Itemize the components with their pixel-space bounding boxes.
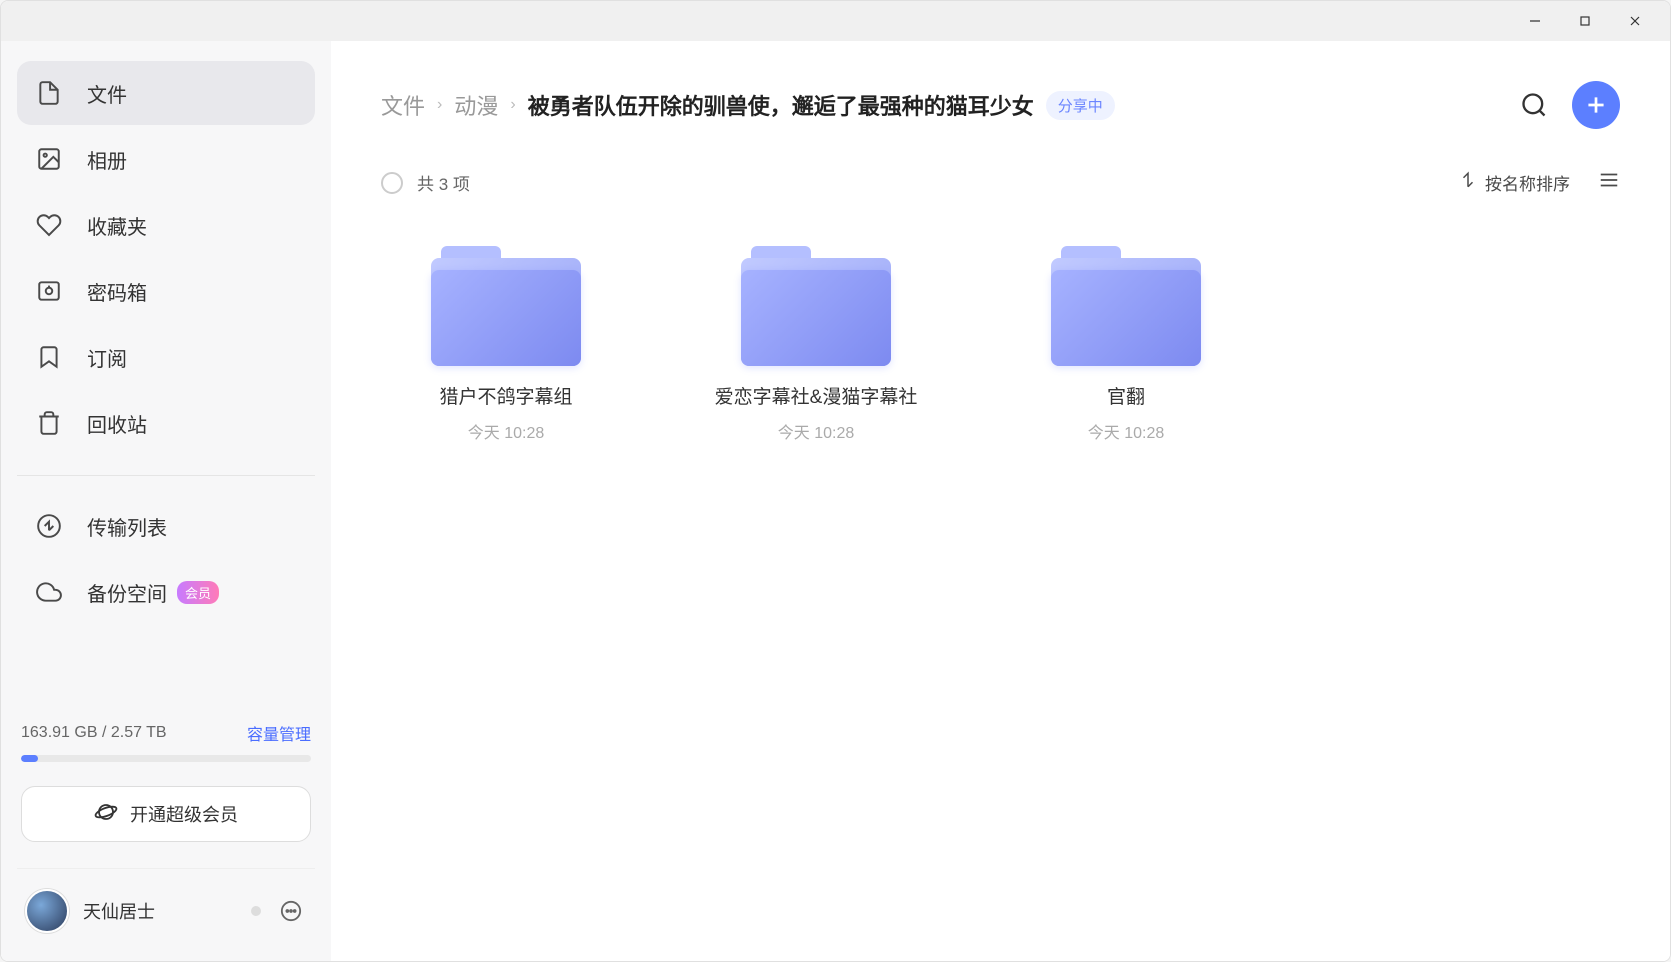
sidebar-item-safe[interactable]: 密码箱 xyxy=(17,259,315,323)
breadcrumb-item-root[interactable]: 文件 xyxy=(381,89,425,121)
transfer-icon xyxy=(35,512,63,540)
sort-icon xyxy=(1459,171,1477,194)
maximize-button[interactable] xyxy=(1560,1,1610,41)
sidebar-item-files[interactable]: 文件 xyxy=(17,61,315,125)
folder-item[interactable]: 官翻 今天 10:28 xyxy=(1001,246,1251,443)
status-dot xyxy=(251,906,261,916)
folder-name: 爱恋字幕社&漫猫字幕社 xyxy=(715,384,918,413)
file-icon xyxy=(35,79,63,107)
sidebar-item-subscribe[interactable]: 订阅 xyxy=(17,325,315,389)
storage-bar xyxy=(21,755,311,762)
member-badge: 会员 xyxy=(177,581,219,604)
photo-icon xyxy=(35,145,63,173)
sidebar-item-album[interactable]: 相册 xyxy=(17,127,315,191)
breadcrumb-item-1[interactable]: 动漫 xyxy=(454,89,498,121)
sort-button[interactable]: 按名称排序 xyxy=(1459,170,1570,195)
storage-text: 163.91 GB / 2.57 TB xyxy=(21,724,167,742)
storage-fill xyxy=(21,755,38,762)
user-row: 天仙居士 xyxy=(17,868,315,941)
nav-label: 相册 xyxy=(87,145,127,174)
more-button[interactable] xyxy=(275,895,307,927)
titlebar xyxy=(1,1,1670,41)
item-count: 共 3 项 xyxy=(417,170,470,195)
upgrade-label: 开通超级会员 xyxy=(130,801,238,827)
folder-name: 猎户不鸽字幕组 xyxy=(439,384,572,413)
folder-name: 官翻 xyxy=(1107,384,1145,413)
cloud-icon xyxy=(35,578,63,606)
sidebar-item-trash[interactable]: 回收站 xyxy=(17,391,315,455)
select-all-checkbox[interactable] xyxy=(381,172,403,194)
sidebar-item-favorites[interactable]: 收藏夹 xyxy=(17,193,315,257)
breadcrumb-item-current: 被勇者队伍开除的驯兽使，邂逅了最强种的猫耳少女 xyxy=(528,89,1034,121)
breadcrumb: 文件 › 动漫 › 被勇者队伍开除的驯兽使，邂逅了最强种的猫耳少女 分享中 xyxy=(381,89,1510,121)
nav-label: 密码箱 xyxy=(87,277,147,306)
sort-label: 按名称排序 xyxy=(1485,170,1570,195)
trash-icon xyxy=(35,409,63,437)
nav-label: 收藏夹 xyxy=(87,211,147,240)
sidebar-item-backup[interactable]: 备份空间 会员 xyxy=(17,560,315,624)
share-tag: 分享中 xyxy=(1046,91,1115,120)
bookmark-icon xyxy=(35,343,63,371)
nav-label: 备份空间 xyxy=(87,578,167,607)
nav-label: 回收站 xyxy=(87,409,147,438)
search-button[interactable] xyxy=(1520,91,1548,119)
sidebar: 文件 相册 收藏夹 密码箱 xyxy=(1,41,331,961)
avatar[interactable] xyxy=(25,889,69,933)
folder-icon xyxy=(741,246,891,366)
folder-grid: 猎户不鸽字幕组 今天 10:28 爱恋字幕社&漫猫字幕社 今天 10:28 官翻… xyxy=(331,206,1670,483)
nav-label: 传输列表 xyxy=(87,512,167,541)
breadcrumb-sep: › xyxy=(437,96,442,114)
storage-manage-link[interactable]: 容量管理 xyxy=(247,721,311,745)
folder-date: 今天 10:28 xyxy=(1088,419,1165,443)
close-button[interactable] xyxy=(1610,1,1660,41)
heart-icon xyxy=(35,211,63,239)
nav-label: 订阅 xyxy=(87,343,127,372)
folder-item[interactable]: 爱恋字幕社&漫猫字幕社 今天 10:28 xyxy=(691,246,941,443)
safe-icon xyxy=(35,277,63,305)
breadcrumb-sep: › xyxy=(510,96,515,114)
nav-label: 文件 xyxy=(87,79,127,108)
folder-icon xyxy=(431,246,581,366)
folder-item[interactable]: 猎户不鸽字幕组 今天 10:28 xyxy=(381,246,631,443)
sidebar-item-transfer[interactable]: 传输列表 xyxy=(17,494,315,558)
folder-date: 今天 10:28 xyxy=(778,419,855,443)
minimize-button[interactable] xyxy=(1510,1,1560,41)
divider xyxy=(17,475,315,476)
user-name: 天仙居士 xyxy=(83,898,229,924)
planet-icon xyxy=(94,800,118,829)
upgrade-button[interactable]: 开通超级会员 xyxy=(21,786,311,842)
storage-section: 163.91 GB / 2.57 TB 容量管理 开通超级会员 xyxy=(17,715,315,848)
view-toggle-button[interactable] xyxy=(1598,169,1620,196)
content-header: 文件 › 动漫 › 被勇者队伍开除的驯兽使，邂逅了最强种的猫耳少女 分享中 xyxy=(331,41,1670,149)
folder-icon xyxy=(1051,246,1201,366)
folder-date: 今天 10:28 xyxy=(468,419,545,443)
content-area: 文件 › 动漫 › 被勇者队伍开除的驯兽使，邂逅了最强种的猫耳少女 分享中 xyxy=(331,41,1670,961)
toolbar: 共 3 项 按名称排序 xyxy=(331,149,1670,206)
add-button[interactable] xyxy=(1572,81,1620,129)
